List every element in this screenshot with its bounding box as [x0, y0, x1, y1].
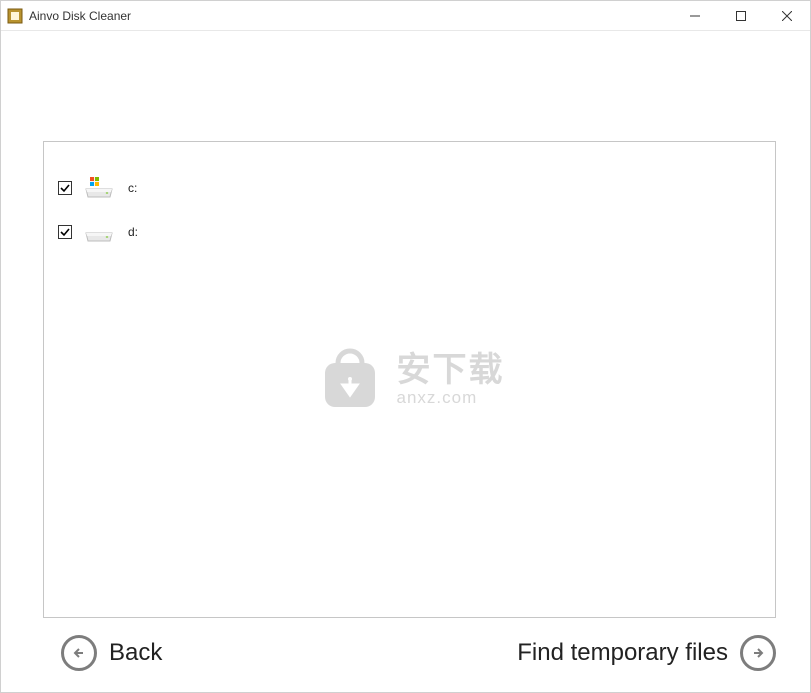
drive-selection-panel: c: d: 安下载 anxz.com	[43, 141, 776, 618]
drive-icon	[84, 220, 114, 244]
close-button[interactable]	[764, 1, 810, 30]
minimize-button[interactable]	[672, 1, 718, 30]
back-label: Back	[109, 639, 162, 667]
drive-label: c:	[128, 181, 137, 195]
arrow-left-icon	[61, 635, 97, 671]
footer-nav: Back Find temporary files	[61, 628, 776, 678]
watermark-text-cn: 安下载	[397, 353, 505, 387]
drive-checkbox[interactable]	[58, 225, 72, 239]
window-title: Ainvo Disk Cleaner	[29, 9, 672, 23]
back-button[interactable]: Back	[61, 635, 162, 671]
drive-row-c[interactable]: c:	[58, 166, 761, 210]
watermark-text-domain: anxz.com	[397, 389, 478, 406]
watermark-bag-icon	[315, 345, 385, 415]
drive-checkbox[interactable]	[58, 181, 72, 195]
app-icon	[7, 8, 23, 24]
maximize-button[interactable]	[718, 1, 764, 30]
titlebar: Ainvo Disk Cleaner	[1, 1, 810, 31]
drive-icon	[84, 176, 114, 200]
next-label: Find temporary files	[517, 639, 728, 667]
drive-row-d[interactable]: d:	[58, 210, 761, 254]
window-controls	[672, 1, 810, 30]
drive-list: c: d:	[44, 142, 775, 278]
arrow-right-icon	[740, 635, 776, 671]
watermark: 安下载 anxz.com	[315, 345, 505, 415]
find-temporary-files-button[interactable]: Find temporary files	[517, 635, 776, 671]
drive-label: d:	[128, 225, 138, 239]
